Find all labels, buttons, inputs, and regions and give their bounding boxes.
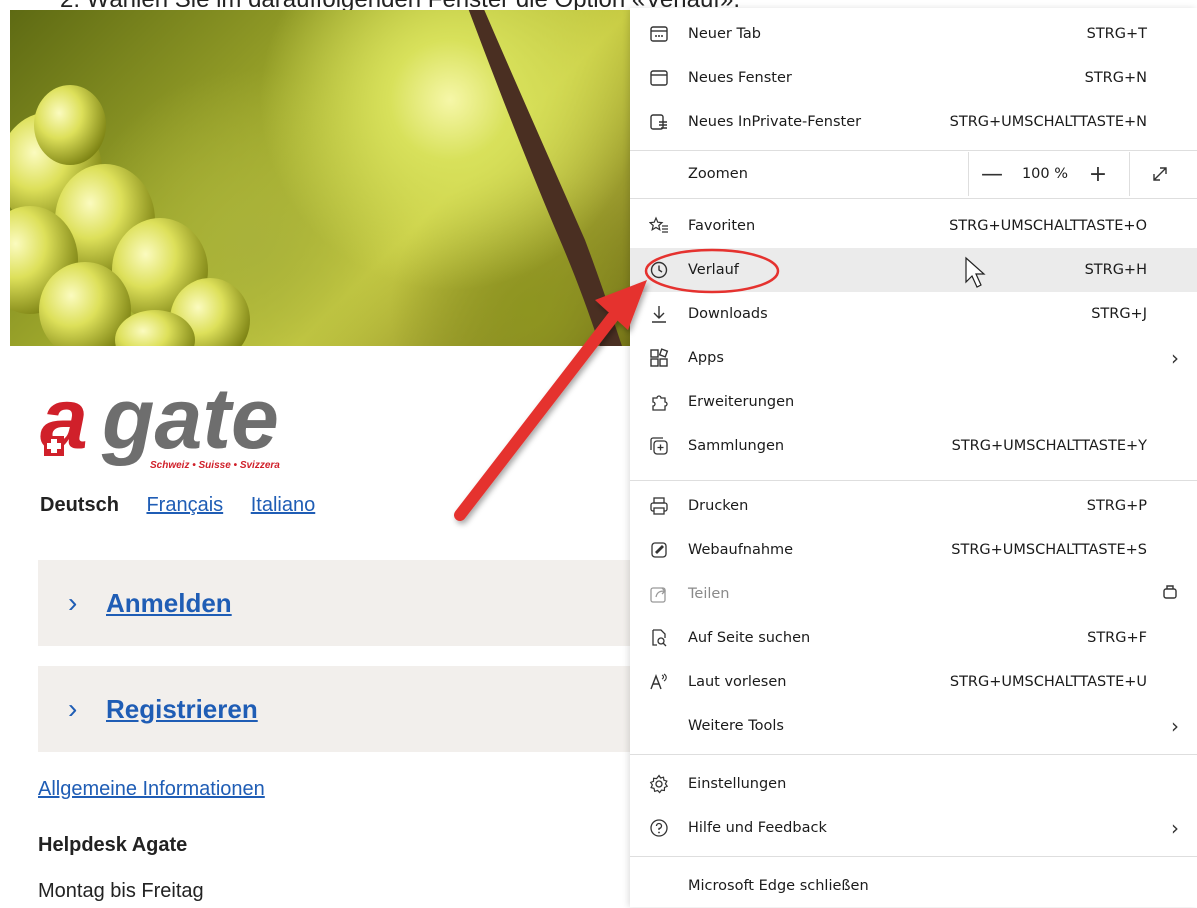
zoom-in-button[interactable]: + [1075, 162, 1121, 187]
language-link-francais[interactable]: Français [146, 494, 223, 516]
menu-item-label: Auf Seite suchen [688, 630, 811, 646]
collections-icon [648, 435, 670, 457]
language-active: Deutsch [40, 494, 119, 516]
menu-item-label: Webaufnahme [688, 542, 794, 558]
general-info-link[interactable]: Allgemeine Informationen [38, 778, 265, 801]
chevron-right-icon: › [1171, 346, 1179, 370]
menu-item-extensions[interactable]: Erweiterungen [630, 380, 1197, 424]
register-card[interactable]: › Registrieren [38, 666, 638, 752]
menu-item-shortcut: STRG+J [1091, 306, 1147, 322]
menu-item-apps[interactable]: Apps › [630, 336, 1197, 380]
menu-item-label: Zoomen [688, 166, 748, 182]
chevron-right-icon: › [1171, 714, 1179, 738]
extensions-icon [648, 391, 670, 413]
menu-item-downloads[interactable]: Downloads STRG+J [630, 292, 1197, 336]
menu-item-history[interactable]: Verlauf STRG+H [630, 248, 1197, 292]
chevron-right-icon: › [1171, 816, 1179, 840]
svg-text:gate: gate [101, 380, 279, 467]
menu-item-help[interactable]: Hilfe und Feedback › [630, 806, 1197, 850]
helpdesk-title: Helpdesk Agate [38, 834, 188, 856]
zoom-out-button[interactable]: — [969, 162, 1015, 187]
menu-separator [630, 150, 1197, 151]
menu-item-label: Neues InPrivate-Fenster [688, 114, 862, 130]
logo-subtitle: Schweiz • Suisse • Svizzera [150, 460, 280, 471]
menu-item-inprivate[interactable]: Neues InPrivate-Fenster STRG+UMSCHALTTAS… [630, 100, 1197, 144]
menu-separator [630, 480, 1197, 481]
menu-item-new-tab[interactable]: Neuer Tab STRG+T [630, 12, 1197, 56]
zoom-level: 100 % [1021, 166, 1069, 182]
menu-item-label: Erweiterungen [688, 394, 795, 410]
menu-item-shortcut: STRG+UMSCHALTTASTE+O [949, 218, 1147, 234]
zoom-controls: — 100 % + [968, 152, 1190, 196]
chevron-right-icon: › [68, 587, 78, 618]
menu-item-print[interactable]: Drucken STRG+P [630, 484, 1197, 528]
web-capture-icon [648, 539, 670, 561]
gear-icon [648, 773, 670, 795]
menu-item-close-edge[interactable]: Microsoft Edge schließen [630, 864, 1197, 908]
menu-item-zoom: Zoomen — 100 % + [630, 152, 1197, 196]
menu-item-read-aloud[interactable]: Laut vorlesen STRG+UMSCHALTTASTE+U [630, 660, 1197, 704]
menu-item-label: Weitere Tools [688, 718, 784, 734]
login-card[interactable]: › Anmelden [38, 560, 638, 646]
menu-item-shortcut: STRG+T [1086, 26, 1147, 42]
favorites-icon [648, 215, 670, 237]
menu-item-label: Neuer Tab [688, 26, 761, 42]
download-icon [648, 303, 670, 325]
browser-settings-menu: Neuer Tab STRG+T Neues Fenster STRG+N Ne… [630, 8, 1197, 907]
menu-item-new-window[interactable]: Neues Fenster STRG+N [630, 56, 1197, 100]
window-icon [648, 67, 670, 89]
menu-separator [630, 856, 1197, 857]
print-icon [648, 495, 670, 517]
fullscreen-button[interactable] [1129, 152, 1190, 196]
menu-item-settings[interactable]: Einstellungen [630, 762, 1197, 806]
menu-item-shortcut: STRG+UMSCHALTTASTE+S [951, 542, 1147, 558]
menu-item-label: Laut vorlesen [688, 674, 787, 690]
agate-logo[interactable]: a gate Schweiz • Suisse • Svizzera [40, 371, 310, 485]
fullscreen-icon [1153, 167, 1167, 181]
login-link[interactable]: Anmelden [106, 588, 232, 619]
menu-item-label: Downloads [688, 306, 768, 322]
find-on-page-icon [648, 627, 670, 649]
menu-item-label: Drucken [688, 498, 749, 514]
menu-item-label: Favoriten [688, 218, 756, 234]
helpdesk-hours: Montag bis Freitag [38, 880, 204, 902]
menu-separator [630, 754, 1197, 755]
help-icon [648, 817, 670, 839]
share-icon [648, 583, 670, 605]
read-aloud-icon [648, 671, 670, 693]
menu-item-shortcut: STRG+UMSCHALTTASTE+U [949, 674, 1147, 690]
menu-item-collections[interactable]: Sammlungen STRG+UMSCHALTTASTE+Y [630, 424, 1197, 468]
menu-item-label: Verlauf [688, 262, 739, 278]
menu-item-label: Neues Fenster [688, 70, 792, 86]
inprivate-icon [648, 111, 670, 133]
menu-item-share[interactable]: Teilen [630, 572, 1197, 616]
menu-item-label: Apps [688, 350, 724, 366]
menu-item-favorites[interactable]: Favoriten STRG+UMSCHALTTASTE+O [630, 204, 1197, 248]
register-link[interactable]: Registrieren [106, 694, 258, 725]
menu-item-shortcut: STRG+F [1087, 630, 1147, 646]
menu-item-shortcut: STRG+UMSCHALTTASTE+N [949, 114, 1147, 130]
menu-item-find[interactable]: Auf Seite suchen STRG+F [630, 616, 1197, 660]
menu-item-shortcut: STRG+N [1084, 70, 1147, 86]
history-icon [648, 259, 670, 281]
menu-item-label: Einstellungen [688, 776, 787, 792]
new-tab-icon [648, 23, 670, 45]
language-switcher: Deutsch Français Italiano [40, 494, 337, 517]
menu-item-shortcut: STRG+H [1084, 262, 1147, 278]
menu-item-label: Sammlungen [688, 438, 785, 454]
menu-item-label: Teilen [688, 586, 730, 602]
menu-item-more-tools[interactable]: Weitere Tools › [630, 704, 1197, 748]
menu-item-shortcut: STRG+P [1086, 498, 1147, 514]
menu-item-shortcut: STRG+UMSCHALTTASTE+Y [951, 438, 1147, 454]
apps-icon [648, 347, 670, 369]
menu-item-label: Microsoft Edge schließen [688, 878, 869, 894]
menu-item-label: Hilfe und Feedback [688, 820, 827, 836]
hero-image [10, 10, 630, 346]
chevron-right-icon: › [68, 693, 78, 724]
menu-item-webcapture[interactable]: Webaufnahme STRG+UMSCHALTTASTE+S [630, 528, 1197, 572]
menu-separator [630, 198, 1197, 199]
pin-icon[interactable] [1161, 582, 1179, 606]
language-link-italiano[interactable]: Italiano [251, 494, 316, 516]
